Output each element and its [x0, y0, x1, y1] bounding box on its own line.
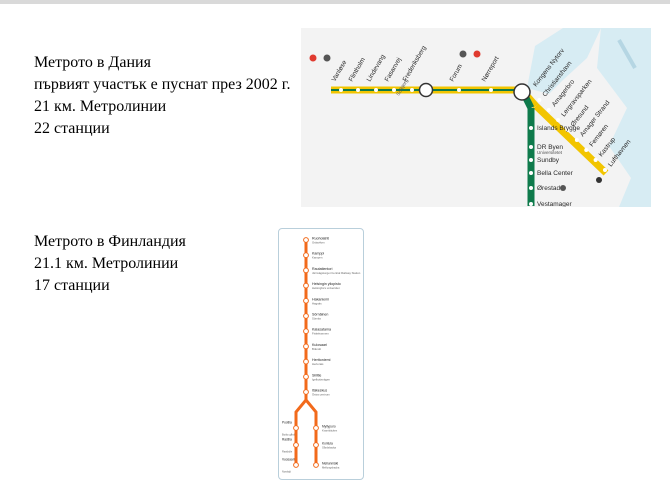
copenhagen-metro-map: Vanløse Flintholm Lindevang Fasanvej Frederi…: [301, 28, 651, 208]
station-sublabel: Rastböle: [282, 450, 293, 454]
denmark-length-line: 21 км. Метролинии: [34, 98, 167, 115]
train-icon: [560, 185, 566, 191]
station-label: Bella Center: [537, 170, 574, 177]
train-icon: [323, 54, 331, 62]
station-dot: [546, 108, 551, 112]
station-dot: [374, 88, 378, 92]
station-dot: [529, 202, 533, 206]
station-dot: [489, 88, 493, 92]
station-sublabel: Hertonäs: [312, 362, 324, 366]
station-sublabel: Kvarnbäcken: [322, 429, 338, 433]
station-label: Puotila: [282, 421, 292, 425]
station-label: Vestamager: [537, 201, 573, 207]
station-label: Vuosaari: [282, 458, 295, 462]
station-dot: [303, 343, 309, 350]
denmark-title: Метрото в Дания: [34, 54, 151, 71]
station-dot: [303, 313, 309, 319]
station-dot: [537, 98, 542, 102]
station-dot: [574, 138, 579, 142]
station-sublabel: Järnvägstorget Central Railway Station: [312, 271, 361, 275]
station-sublabel: Hagnäs: [312, 301, 322, 305]
station-sublabel: Botby gård: [282, 433, 295, 437]
interchange-station-frederiksberg: [418, 82, 434, 98]
station-sublabel: Brändö: [312, 347, 321, 351]
station-label: Ørestad: [537, 185, 561, 192]
station-dot: [529, 186, 533, 190]
station-dot: [339, 88, 343, 92]
station-label: Sundby: [537, 157, 560, 164]
train-icon: [459, 50, 467, 58]
station-dot: [603, 168, 607, 172]
station-dot: [313, 442, 319, 448]
station-dot: [303, 267, 309, 274]
station-dot: [303, 297, 309, 304]
station-sublabel: Gårdsbacka: [322, 446, 337, 450]
finland-title: Метрото в Финландия: [34, 233, 186, 250]
metro-mellunmaki-branch: [304, 399, 318, 467]
station-dot: [529, 158, 533, 162]
station-sublabel: Helsingfors universitet: [312, 286, 340, 290]
finland-text-block: Метрото в Финландия 21.1 км. Метролинии …: [34, 231, 186, 297]
station-dot: [313, 425, 319, 431]
station-sublabel: Gräsviken: [312, 241, 325, 245]
airport-icon: [596, 177, 602, 183]
helsinki-metro-map-svg: RuoholahtiGräsvikenKamppiKampenRautatien…: [282, 237, 361, 474]
station-dot: [303, 237, 309, 243]
station-dot: [584, 148, 589, 152]
helsinki-metro-map: Ruoholahti Gräsviken Kamppi Kampen Rautatien…: [278, 228, 364, 480]
top-border: [0, 0, 670, 4]
station-sublabel: Mellungsbacka: [322, 466, 340, 470]
denmark-opened-line: първият участък е пуснат през 2002 г.: [34, 76, 291, 93]
train-icon: [309, 54, 317, 62]
station-sublabel: Östra centrum: [312, 393, 330, 397]
station-sublabel: Nordsjö: [282, 470, 291, 474]
station-dot: [293, 462, 299, 468]
station-label: Mellunmäki: [322, 462, 338, 466]
station-label: Rastila: [282, 438, 292, 442]
station-dot: [529, 126, 533, 130]
station-sublabel: Universitetet: [537, 150, 563, 155]
station-sublabel: Igelkottsvägen: [312, 377, 330, 381]
station-dot: [303, 373, 309, 380]
station-sublabel: Kampen: [312, 256, 323, 260]
station-dot: [457, 88, 461, 92]
station-dot: [593, 158, 598, 162]
station-dot: [356, 88, 360, 92]
denmark-text-block: Метрото в Дания първият участък е пуснат…: [34, 52, 300, 140]
station-dot: [303, 328, 309, 335]
station-dot: [293, 442, 299, 448]
station-dot: [303, 358, 309, 365]
station-label: Islands Brygge: [537, 125, 580, 132]
station-label: Kontula: [322, 442, 333, 446]
denmark-stations-line: 22 станции: [34, 120, 110, 137]
station-dot: [556, 118, 561, 122]
station-dot: [303, 252, 309, 259]
station-sublabel: Sörnäs: [312, 317, 321, 321]
train-icon: [473, 50, 481, 58]
station-dot: [303, 389, 309, 395]
station-dot: [303, 282, 309, 289]
station-dot: [529, 145, 533, 149]
finland-stations-line: 17 станции: [34, 277, 110, 294]
station-dot: [529, 171, 533, 175]
copenhagen-metro-map-svg: Vanløse FlintholmLindevangFasanvejFrederi…: [301, 28, 651, 208]
station-dot: [410, 88, 414, 92]
interchange-station-kongens-nytorv: [513, 83, 531, 101]
station-sublabel: Fiskehamnen: [312, 332, 329, 336]
finland-length-line: 21.1 км. Метролинии: [34, 255, 179, 272]
station-dot: [313, 462, 319, 468]
station-label: Myllypuro: [322, 425, 336, 429]
station-dot: [392, 88, 396, 92]
station-dot: [293, 425, 299, 431]
